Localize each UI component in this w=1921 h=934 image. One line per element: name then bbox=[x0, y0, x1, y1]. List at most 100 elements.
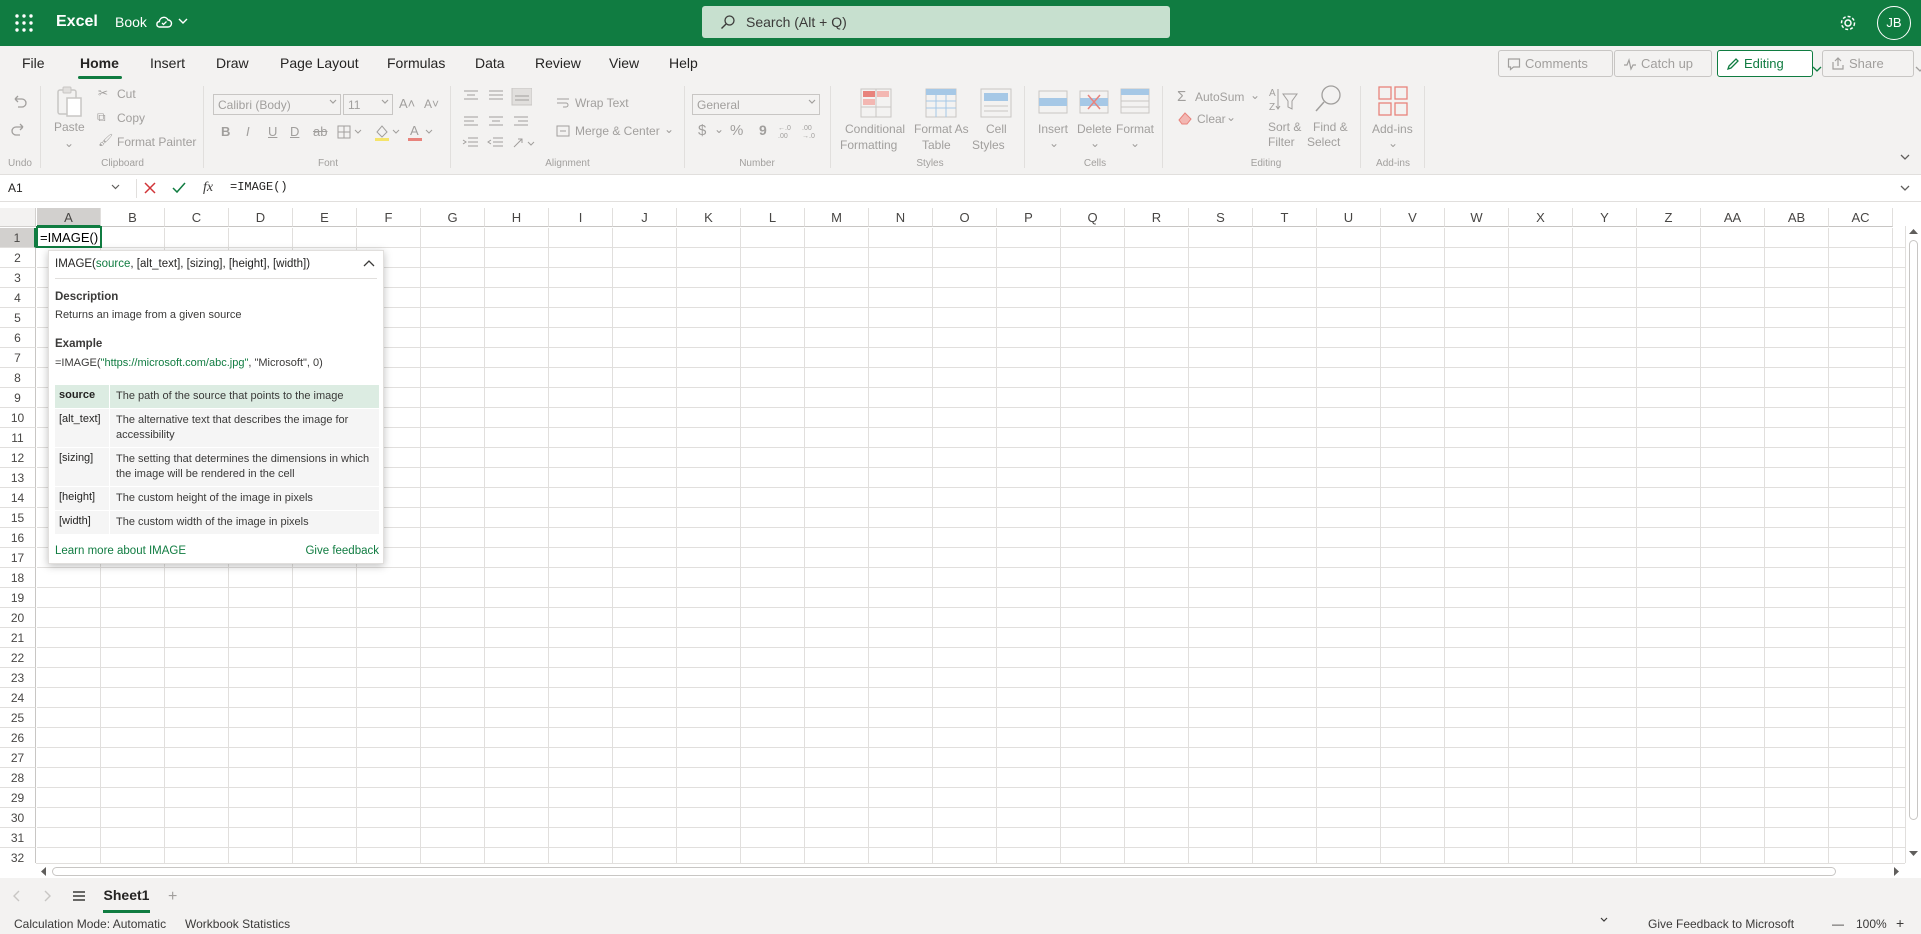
workbook-statistics[interactable]: Workbook Statistics bbox=[185, 917, 290, 931]
tab-insert[interactable]: Insert bbox=[150, 55, 185, 71]
double-underline-button[interactable]: D bbox=[290, 124, 299, 139]
column-header[interactable]: S bbox=[1189, 208, 1253, 227]
user-avatar[interactable]: JB bbox=[1877, 6, 1911, 40]
currency-button[interactable]: $ bbox=[698, 122, 706, 139]
column-header[interactable]: V bbox=[1381, 208, 1445, 227]
horizontal-scrollbar[interactable] bbox=[36, 863, 1905, 878]
merge-center-button[interactable]: Merge & Center bbox=[575, 124, 660, 138]
column-header[interactable]: L bbox=[741, 208, 805, 227]
autosum-button[interactable]: AutoSum bbox=[1195, 90, 1244, 104]
column-header[interactable]: H bbox=[485, 208, 549, 227]
add-sheet-icon[interactable]: + bbox=[168, 888, 177, 906]
row-header[interactable]: 21 bbox=[0, 628, 36, 648]
row-header[interactable]: 9 bbox=[0, 388, 36, 408]
column-header[interactable]: D bbox=[229, 208, 293, 227]
italic-button[interactable]: I bbox=[246, 124, 250, 139]
tab-draw[interactable]: Draw bbox=[216, 55, 249, 71]
indent-icon[interactable] bbox=[462, 135, 538, 151]
comma-style-button[interactable]: 9 bbox=[759, 122, 767, 138]
decrease-decimal-icon[interactable]: .00 →.0 bbox=[800, 122, 820, 140]
tab-data[interactable]: Data bbox=[475, 55, 505, 71]
zoom-level[interactable]: 100% bbox=[1856, 917, 1887, 931]
vertical-scroll-thumb[interactable] bbox=[1909, 240, 1918, 820]
cell-styles-label-1[interactable]: Cell bbox=[986, 122, 1007, 136]
align-top-icon[interactable] bbox=[462, 88, 532, 106]
cell-styles-label-2[interactable]: Styles bbox=[972, 138, 1005, 152]
insert-function-icon[interactable]: fx bbox=[203, 180, 213, 196]
format-cells-label[interactable]: Format bbox=[1116, 122, 1154, 136]
sort-filter-label-2[interactable]: Filter bbox=[1268, 135, 1295, 149]
catch-up-button[interactable]: Catch up bbox=[1614, 50, 1712, 77]
scroll-up-icon[interactable] bbox=[1909, 228, 1918, 234]
cancel-icon[interactable] bbox=[143, 181, 157, 195]
sort-filter-label-1[interactable]: Sort & bbox=[1268, 120, 1301, 134]
column-header[interactable]: X bbox=[1509, 208, 1573, 227]
select-all-corner[interactable] bbox=[0, 208, 36, 227]
all-sheets-menu-icon[interactable] bbox=[72, 890, 86, 902]
row-header[interactable]: 29 bbox=[0, 788, 36, 808]
row-header[interactable]: 3 bbox=[0, 268, 36, 288]
column-header[interactable]: N bbox=[869, 208, 933, 227]
add-ins-label[interactable]: Add-ins bbox=[1372, 122, 1413, 136]
tab-formulas[interactable]: Formulas bbox=[387, 55, 445, 71]
app-name[interactable]: Excel bbox=[56, 13, 98, 31]
row-header[interactable]: 26 bbox=[0, 728, 36, 748]
row-header[interactable]: 11 bbox=[0, 428, 36, 448]
column-header[interactable]: Y bbox=[1573, 208, 1637, 227]
scroll-down-icon[interactable] bbox=[1909, 851, 1918, 857]
font-size-select[interactable]: 11 bbox=[343, 94, 393, 115]
conditional-formatting-icon[interactable] bbox=[860, 88, 892, 118]
chevron-down-icon[interactable]: ⌄ bbox=[714, 122, 724, 136]
horizontal-scroll-thumb[interactable] bbox=[52, 867, 1836, 876]
chevron-down-icon[interactable]: ⌄ bbox=[1130, 136, 1140, 150]
chevron-down-icon[interactable] bbox=[178, 17, 188, 25]
scroll-right-icon[interactable] bbox=[1894, 867, 1900, 876]
give-feedback-link[interactable]: Give feedback bbox=[305, 545, 379, 557]
enter-check-icon[interactable] bbox=[172, 181, 186, 195]
paste-icon[interactable] bbox=[55, 86, 83, 118]
row-header[interactable]: 13 bbox=[0, 468, 36, 488]
fill-color-icon[interactable] bbox=[373, 123, 401, 141]
formula-input[interactable]: =IMAGE() bbox=[230, 180, 288, 194]
redo-icon[interactable] bbox=[10, 122, 28, 136]
row-header[interactable]: 18 bbox=[0, 568, 36, 588]
format-painter-button[interactable]: Format Painter bbox=[117, 135, 196, 149]
tab-review[interactable]: Review bbox=[535, 55, 581, 71]
column-header[interactable]: U bbox=[1317, 208, 1381, 227]
zoom-in-button[interactable]: + bbox=[1896, 915, 1904, 931]
column-header[interactable]: I bbox=[549, 208, 613, 227]
find-select-label-2[interactable]: Select bbox=[1307, 135, 1340, 149]
column-header[interactable]: Q bbox=[1061, 208, 1125, 227]
zoom-out-button[interactable]: — bbox=[1832, 917, 1844, 931]
row-header[interactable]: 25 bbox=[0, 708, 36, 728]
row-header[interactable]: 15 bbox=[0, 508, 36, 528]
next-sheet-icon[interactable] bbox=[44, 890, 52, 902]
number-format-select[interactable]: General bbox=[692, 94, 820, 115]
row-header[interactable]: 23 bbox=[0, 668, 36, 688]
row-header[interactable]: 2 bbox=[0, 248, 36, 268]
format-as-table-label-1[interactable]: Format As bbox=[914, 122, 969, 136]
learn-more-link[interactable]: Learn more about IMAGE bbox=[55, 545, 186, 557]
paste-label[interactable]: Paste bbox=[54, 120, 85, 134]
insert-cells-label[interactable]: Insert bbox=[1038, 122, 1068, 136]
column-header[interactable]: AA bbox=[1701, 208, 1765, 227]
tab-home[interactable]: Home bbox=[80, 55, 119, 71]
tab-view[interactable]: View bbox=[609, 55, 639, 71]
conditional-formatting-label-2[interactable]: Formatting bbox=[840, 138, 897, 152]
tab-help[interactable]: Help bbox=[669, 55, 698, 71]
column-header[interactable]: B bbox=[101, 208, 165, 227]
column-header[interactable]: T bbox=[1253, 208, 1317, 227]
row-header[interactable]: 22 bbox=[0, 648, 36, 668]
ribbon-expand-chevron-icon[interactable] bbox=[1900, 154, 1910, 161]
chevron-down-icon[interactable]: ⌄ bbox=[1226, 110, 1236, 124]
row-header[interactable]: 28 bbox=[0, 768, 36, 788]
align-left-icon[interactable] bbox=[462, 115, 532, 129]
cell-styles-icon[interactable] bbox=[980, 88, 1012, 118]
give-feedback-microsoft[interactable]: Give Feedback to Microsoft bbox=[1648, 917, 1794, 931]
increase-font-icon[interactable]: A˄ bbox=[399, 96, 415, 111]
row-header[interactable]: 8 bbox=[0, 368, 36, 388]
row-header[interactable]: 19 bbox=[0, 588, 36, 608]
column-header[interactable]: P bbox=[997, 208, 1061, 227]
chevron-down-icon[interactable]: ⌄ bbox=[1090, 136, 1100, 150]
calculation-mode[interactable]: Calculation Mode: Automatic bbox=[14, 917, 166, 931]
